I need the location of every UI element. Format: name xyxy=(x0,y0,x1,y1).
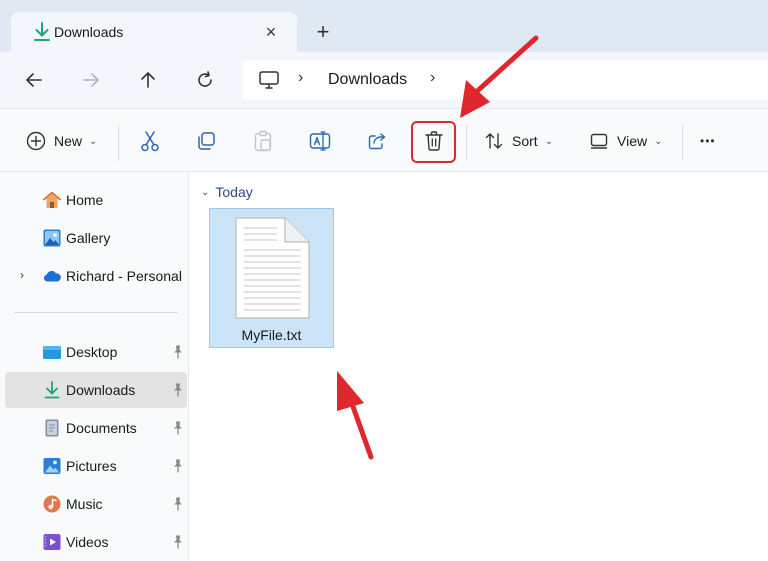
command-bar: New ⌄ Sort ⌄ View ⌄ ••• xyxy=(0,108,768,172)
toolbar-divider xyxy=(466,125,467,161)
group-header-today[interactable]: ⌄ Today xyxy=(201,184,253,200)
scissors-icon xyxy=(141,131,159,152)
videos-icon xyxy=(43,534,61,550)
breadcrumb-separator[interactable]: › xyxy=(298,69,303,87)
more-options-button[interactable]: ••• xyxy=(700,127,716,155)
new-tab-button[interactable]: + xyxy=(312,20,334,44)
chevron-down-icon: ⌄ xyxy=(201,186,210,198)
breadcrumb-downloads[interactable]: Downloads xyxy=(328,71,407,89)
sidebar-item-label: Documents xyxy=(66,420,137,436)
toolbar-divider xyxy=(118,125,119,161)
paste-button[interactable] xyxy=(253,127,273,155)
sidebar-item-gallery[interactable]: Gallery xyxy=(5,220,187,256)
sidebar-item-onedrive[interactable]: › Richard - Personal xyxy=(5,258,187,294)
share-button[interactable] xyxy=(367,127,387,155)
home-icon xyxy=(43,191,61,208)
pin-icon xyxy=(174,535,182,549)
copy-button[interactable] xyxy=(196,127,216,155)
sidebar-divider xyxy=(14,312,178,313)
sidebar-item-videos[interactable]: Videos xyxy=(5,524,187,560)
close-tab-button[interactable]: × xyxy=(263,21,279,43)
pin-icon xyxy=(174,497,182,511)
clipboard-icon xyxy=(254,130,272,152)
sidebar-item-documents[interactable]: Documents xyxy=(5,410,187,446)
tab-strip: Downloads × + xyxy=(0,0,768,54)
sidebar-item-label: Music xyxy=(66,496,103,512)
refresh-button[interactable] xyxy=(191,66,219,94)
view-button[interactable]: View ⌄ xyxy=(589,127,662,155)
arrow-left-icon xyxy=(26,73,42,87)
address-bar[interactable]: › Downloads › xyxy=(242,60,768,100)
tab-downloads[interactable]: Downloads × xyxy=(11,12,297,54)
chevron-down-icon: ⌄ xyxy=(654,135,663,147)
forward-button[interactable] xyxy=(77,66,105,94)
sidebar-item-music[interactable]: Music xyxy=(5,486,187,522)
tab-title: Downloads xyxy=(54,24,124,40)
sort-button[interactable]: Sort ⌄ xyxy=(484,127,553,155)
new-button-label: New xyxy=(54,133,83,149)
sidebar-item-label: Desktop xyxy=(66,344,118,360)
chevron-down-icon: ⌄ xyxy=(544,135,554,147)
arrow-right-icon xyxy=(83,73,99,87)
copy-icon xyxy=(198,132,215,150)
gallery-icon xyxy=(43,229,61,247)
delete-button-highlight xyxy=(411,121,456,163)
sidebar-item-label: Videos xyxy=(66,534,109,550)
breadcrumb-separator[interactable]: › xyxy=(430,69,435,87)
sidebar-item-label: Downloads xyxy=(66,382,136,398)
arrow-up-icon xyxy=(141,72,155,88)
this-pc-icon xyxy=(259,71,279,89)
cut-button[interactable] xyxy=(140,127,160,155)
view-layout-icon xyxy=(590,133,608,149)
navigation-pane: Home Gallery › Richard - Personal Deskto… xyxy=(0,172,188,561)
navigation-bar: › Downloads › xyxy=(0,52,768,108)
sidebar-item-label: Pictures xyxy=(66,458,117,474)
sort-button-label: Sort xyxy=(512,133,538,149)
downloads-icon xyxy=(44,381,60,399)
sidebar-item-downloads[interactable]: Downloads xyxy=(5,372,187,408)
expand-chevron-icon[interactable]: › xyxy=(20,268,24,282)
sidebar-item-label: Home xyxy=(66,192,104,208)
pin-icon xyxy=(174,383,182,397)
file-list-pane: ⌄ Today MyFile.txt xyxy=(188,172,768,561)
group-label: Today xyxy=(215,184,253,200)
sidebar-item-label: Richard - Personal xyxy=(66,268,182,284)
onedrive-cloud-icon xyxy=(43,270,61,282)
refresh-icon xyxy=(198,71,212,87)
new-button[interactable]: New ⌄ xyxy=(26,127,97,155)
back-button[interactable] xyxy=(20,66,48,94)
documents-icon xyxy=(45,419,59,437)
rename-button[interactable] xyxy=(309,127,331,155)
desktop-folder-icon xyxy=(43,346,61,359)
pin-icon xyxy=(174,421,182,435)
text-file-icon xyxy=(235,217,310,319)
rename-icon xyxy=(309,131,331,151)
toolbar-divider xyxy=(682,125,683,161)
up-button[interactable] xyxy=(134,66,162,94)
sidebar-item-home[interactable]: Home xyxy=(5,182,187,218)
pictures-icon xyxy=(43,458,61,474)
sort-arrows-icon xyxy=(485,133,503,149)
sidebar-item-label: Gallery xyxy=(66,230,111,246)
pin-icon xyxy=(174,345,182,359)
file-item-myfile[interactable]: MyFile.txt xyxy=(209,208,334,348)
download-icon xyxy=(34,22,50,41)
music-icon xyxy=(43,495,61,513)
chevron-down-icon: ⌄ xyxy=(89,135,98,147)
view-button-label: View xyxy=(617,133,648,149)
share-icon xyxy=(368,133,386,150)
sidebar-item-pictures[interactable]: Pictures xyxy=(5,448,187,484)
file-name: MyFile.txt xyxy=(241,327,302,343)
sidebar-item-desktop[interactable]: Desktop xyxy=(5,334,187,370)
plus-circle-icon xyxy=(26,131,46,151)
pin-icon xyxy=(174,459,182,473)
